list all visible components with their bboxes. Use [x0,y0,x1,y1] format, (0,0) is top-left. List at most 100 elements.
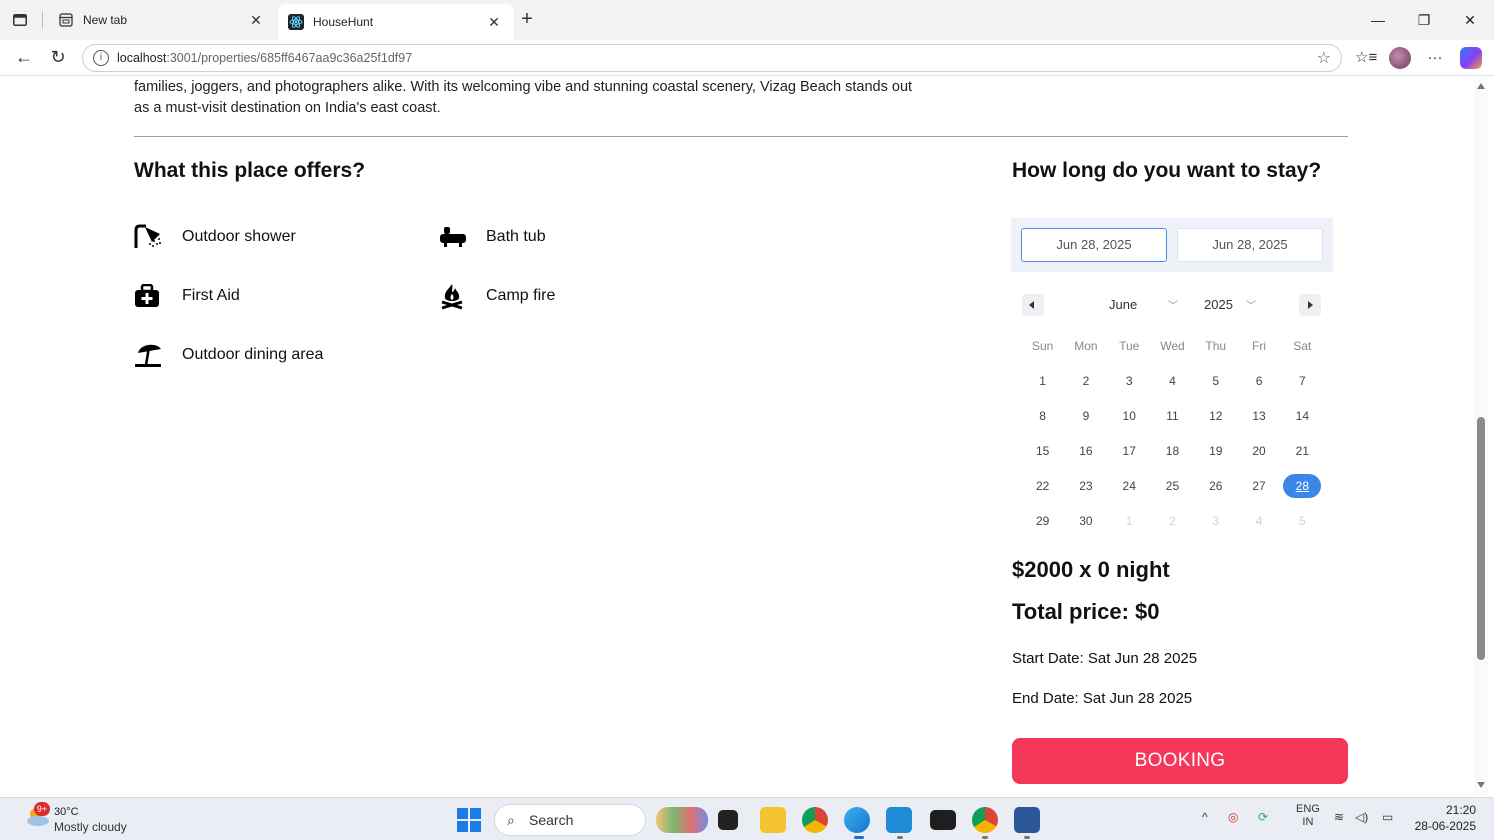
weekday-header: Sun Mon Tue Wed Thu Fri Sat [1021,328,1324,363]
chrome-profile-icon[interactable] [972,807,998,833]
calendar-day[interactable]: 10 [1108,409,1151,423]
calendar-day[interactable]: 3 [1108,374,1151,388]
sync-icon[interactable]: ⟳ [1258,810,1268,824]
close-window-icon[interactable]: ✕ [1450,8,1490,32]
address-bar[interactable]: i localhost:3001/properties/685ff6467aa9… [82,44,1342,72]
url-host: localhost [117,51,167,65]
calendar-day[interactable]: 9 [1064,409,1107,423]
calendar-day[interactable]: 20 [1237,444,1280,458]
calendar-day[interactable]: 15 [1021,444,1064,458]
widgets-icon[interactable] [656,807,708,833]
word-running-indicator [1024,836,1030,839]
nightly-price: $2000 x 0 night [1012,557,1170,582]
calendar-week: 29 30 1 2 3 4 5 [1021,503,1324,538]
calendar-day[interactable]: 25 [1151,479,1194,493]
scroll-down-arrow-icon[interactable] [1477,782,1485,788]
calendar-day[interactable]: 18 [1151,444,1194,458]
calendar-day[interactable]: 4 [1151,374,1194,388]
calendar-day[interactable]: 2 [1064,374,1107,388]
weather-description[interactable]: Mostly cloudy [54,820,127,834]
campfire-icon [438,282,470,310]
amenity-label: Outdoor shower [182,228,296,245]
chevron-down-icon[interactable]: ﹀ [1168,297,1178,312]
calendar-day[interactable]: 13 [1237,409,1280,423]
vscode-icon[interactable] [886,807,912,833]
terminal-icon[interactable] [930,810,956,830]
calendar-week: 15 16 17 18 19 20 21 [1021,433,1324,468]
chevron-up-icon[interactable]: ^ [1202,810,1208,824]
calendar-day[interactable]: 19 [1194,444,1237,458]
calendar-day[interactable]: 21 [1281,444,1324,458]
close-tab-icon[interactable]: ✕ [484,14,504,31]
minimize-icon[interactable]: — [1358,8,1398,32]
calendar-day[interactable]: 16 [1064,444,1107,458]
calendar-day[interactable]: 14 [1281,409,1324,423]
page-scrollbar[interactable] [1474,77,1488,794]
copilot-icon[interactable] [1460,47,1482,69]
tab-househunt[interactable]: HouseHunt ✕ [278,4,514,40]
calendar-day-outside: 3 [1212,513,1220,528]
calendar-day[interactable]: 27 [1237,479,1280,493]
scroll-up-arrow-icon[interactable] [1477,83,1485,89]
booking-button[interactable]: BOOKING [1012,738,1348,784]
language-top: ENG [1296,803,1320,815]
scroll-thumb[interactable] [1477,417,1485,660]
page-viewport: families, joggers, and photographers ali… [8,77,1474,794]
calendar-day[interactable]: 12 [1194,409,1237,423]
total-price: Total price: $0 [1012,599,1160,624]
favorites-icon[interactable]: ☆≡ [1355,48,1377,70]
file-explorer-icon[interactable] [760,807,786,833]
calendar-day[interactable]: 1 [1021,374,1064,388]
calendar-day[interactable]: 22 [1021,479,1064,493]
search-label: Search [529,812,574,828]
calendar-day[interactable]: 5 [1194,374,1237,388]
new-tab-button[interactable]: + [514,8,540,32]
more-menu-icon[interactable]: ··· [1424,48,1446,70]
chevron-down-icon[interactable]: ﹀ [1246,297,1256,312]
task-view-icon[interactable] [718,810,738,830]
language-indicator[interactable]: ENG IN [1296,803,1320,829]
profile-avatar[interactable] [1389,47,1411,69]
close-tab-icon[interactable]: ✕ [246,12,266,29]
calendar-day[interactable]: 24 [1108,479,1151,493]
battery-icon[interactable]: ▭ [1382,810,1393,824]
refresh-icon[interactable]: ↻ [46,46,70,70]
calendar-day[interactable]: 17 [1108,444,1151,458]
restore-icon[interactable]: ❐ [1404,8,1444,32]
volume-icon[interactable]: ◁) [1355,810,1368,824]
calendar-day[interactable]: 23 [1064,479,1107,493]
end-date-input[interactable]: Jun 28, 2025 [1177,228,1323,262]
calendar-day-outside: 5 [1298,513,1306,528]
tab-new-tab[interactable]: New tab ✕ [48,4,276,36]
word-icon[interactable] [1014,807,1040,833]
chrome-icon[interactable] [802,807,828,833]
network-error-icon[interactable]: ◎ [1228,810,1238,824]
calendar-day[interactable]: 6 [1237,374,1280,388]
taskbar-clock[interactable]: 21:20 28-06-2025 [1412,802,1476,834]
amenity-label: Bath tub [486,228,546,245]
calendar-day[interactable]: 11 [1151,409,1194,423]
calendar-day[interactable]: 30 [1064,514,1107,528]
calendar-day[interactable]: 7 [1281,374,1324,388]
windows-start-icon[interactable] [457,808,481,832]
year-select[interactable]: 2025 [1204,297,1233,312]
back-arrow-icon[interactable]: ← [12,46,36,70]
start-date-input[interactable]: Jun 28, 2025 [1021,228,1167,262]
next-month-button[interactable] [1299,294,1321,316]
wifi-icon[interactable]: ≋ [1334,810,1344,824]
bathtub-icon [438,223,470,251]
calendar-day[interactable]: 29 [1021,514,1064,528]
windows-taskbar: 9+ 30°C Mostly cloudy ⌕ Search ^ ◎ ⟳ ENG… [0,797,1494,840]
weather-temperature[interactable]: 30°C [54,806,79,818]
month-select[interactable]: June [1109,297,1137,312]
site-info-icon[interactable]: i [93,50,109,66]
edge-icon[interactable] [844,807,870,833]
taskbar-search[interactable]: ⌕ Search [494,804,646,836]
prev-month-button[interactable] [1022,294,1044,316]
tab-actions-icon[interactable] [8,9,32,31]
weather-alert-badge: 9+ [34,802,50,816]
favorite-star-icon[interactable]: ☆ [1317,48,1331,68]
calendar-day[interactable]: 26 [1194,479,1237,493]
calendar-day-selected[interactable]: 28 [1281,473,1324,498]
calendar-day[interactable]: 8 [1021,409,1064,423]
